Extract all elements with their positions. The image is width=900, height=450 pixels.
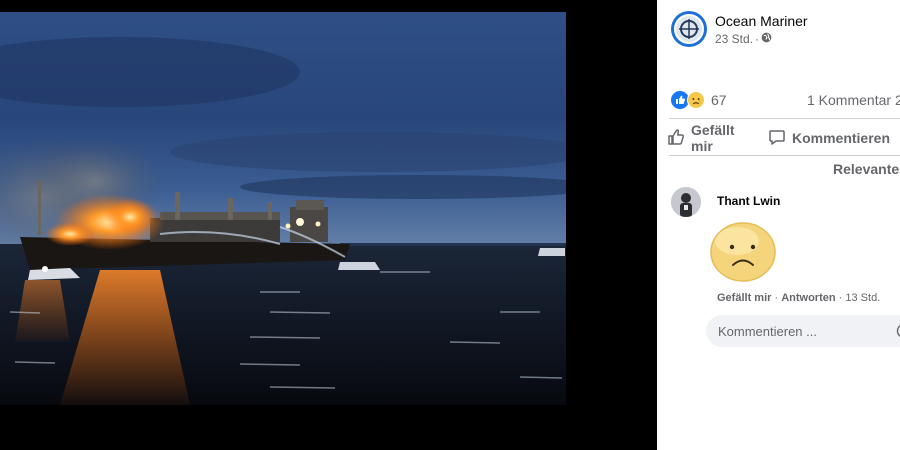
like-button[interactable]: Gefällt mir — [667, 122, 758, 154]
comment-input-placeholder: Kommentieren ... — [718, 323, 817, 339]
comment-like-link[interactable]: Gefällt mir — [717, 292, 771, 304]
comment-button[interactable]: Kommentieren — [768, 128, 890, 149]
divider — [669, 155, 900, 156]
sad-face-sticker — [709, 221, 777, 283]
comment-actions: Gefällt mir · Antworten · 13 Std. — [717, 292, 880, 304]
commenter-name[interactable]: Thant Lwin — [717, 194, 780, 208]
like-button-label: Gefällt mir — [691, 122, 735, 154]
reaction-count[interactable]: 67 — [711, 92, 727, 108]
post-panel: Ocean Mariner 23 Std. · 67 1 Kommentar 2… — [657, 0, 900, 450]
comment-reply-link[interactable]: Antworten — [781, 292, 835, 304]
comment-actions-separator: · — [774, 292, 779, 304]
meta-separator: · — [755, 31, 760, 46]
media-viewer — [0, 0, 657, 450]
post-header: Ocean Mariner 23 Std. · — [671, 11, 808, 47]
comment-button-label: Kommentieren — [791, 130, 890, 146]
emoji-icon[interactable] — [896, 323, 900, 342]
thumbs-up-icon — [667, 128, 691, 149]
divider — [669, 118, 900, 119]
comment-sort-dropdown[interactable]: Relevanteste — [833, 161, 900, 177]
author-avatar[interactable] — [671, 11, 707, 47]
author-name[interactable]: Ocean Mariner — [715, 13, 808, 30]
comment-time[interactable]: 13 Std. — [845, 292, 880, 304]
post-actions: Gefällt mir Kommentieren — [667, 122, 900, 154]
reactions-button[interactable] — [671, 91, 705, 109]
comment-actions-separator: · — [838, 292, 843, 304]
comment-icon — [768, 128, 792, 149]
reaction-summary: 67 1 Kommentar 2 — [671, 89, 900, 111]
sad-icon — [687, 91, 705, 109]
commenter-avatar[interactable] — [671, 187, 701, 217]
post-time[interactable]: 23 Std. — [715, 32, 753, 46]
comment-input[interactable]: Kommentieren ... — [706, 315, 900, 347]
globe-icon — [761, 32, 772, 46]
post-photo[interactable] — [0, 12, 566, 405]
comment-count[interactable]: 1 Kommentar 2 — [807, 92, 900, 108]
